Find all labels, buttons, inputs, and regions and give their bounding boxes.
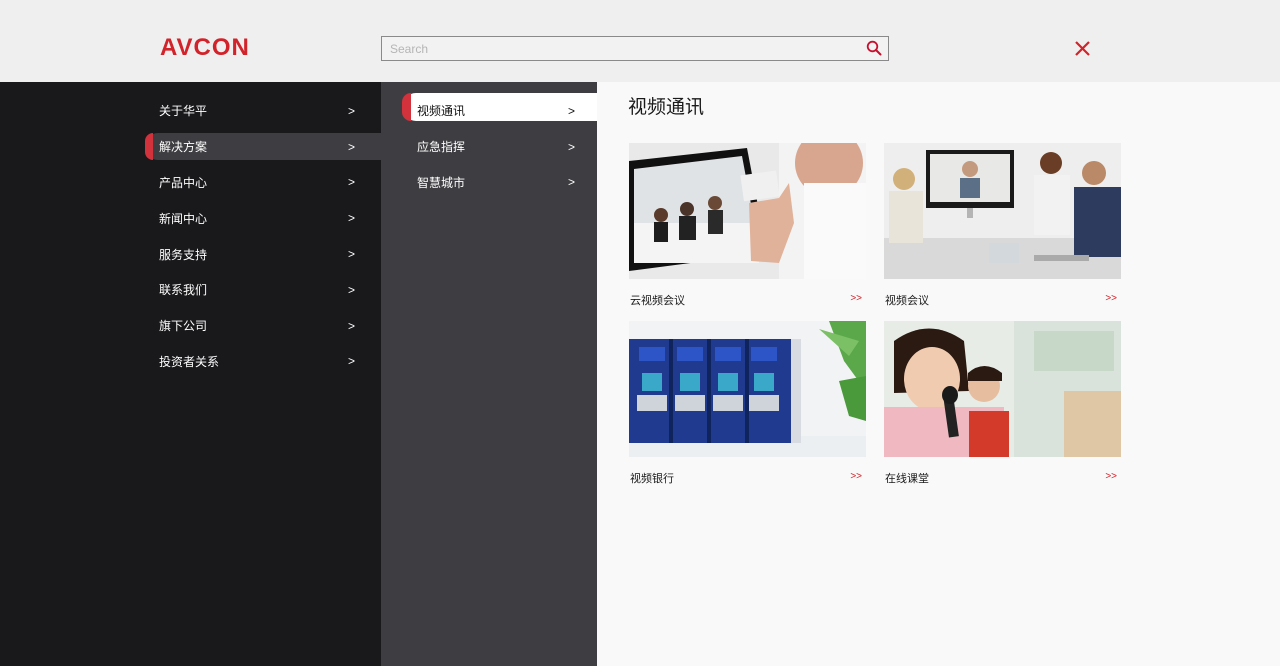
subnav-item-smart-city[interactable]: 智慧城市 >: [381, 165, 597, 201]
video-bank-image: [629, 321, 866, 457]
nav-item-label: 新闻中心: [159, 211, 208, 226]
nav-item-label: 投资者关系: [159, 354, 220, 369]
solution-card-online-classroom[interactable]: 在线课堂 >>: [884, 321, 1121, 485]
solution-card-video-conference[interactable]: 视频会议 >>: [884, 143, 1121, 307]
nav-item-contact[interactable]: 联系我们 >: [0, 272, 381, 308]
close-icon[interactable]: [1074, 40, 1091, 57]
search-input[interactable]: [382, 37, 852, 60]
subnav-item-label: 应急指挥: [417, 140, 466, 155]
main-nav-panel: 关于华平 > 解决方案 > 产品中心 > 新闻中心 > 服务支持 > 联系我们 …: [0, 82, 381, 666]
chevron-right-icon: >: [348, 318, 356, 333]
nav-item-news[interactable]: 新闻中心 >: [0, 200, 381, 236]
nav-item-subsidiaries[interactable]: 旗下公司 >: [0, 308, 381, 344]
subnav-item-label: 智慧城市: [417, 175, 466, 190]
nav-item-label: 服务支持: [159, 247, 208, 262]
more-link[interactable]: >>: [1105, 293, 1117, 304]
more-link[interactable]: >>: [850, 293, 862, 304]
video-conference-image: [884, 143, 1121, 279]
logo-text: AVCON: [160, 34, 250, 61]
solution-card-video-bank[interactable]: 视频银行 >>: [629, 321, 866, 485]
solution-card-cloud-video-conference[interactable]: 云视频会议 >>: [629, 143, 866, 307]
top-header: AVCON: [0, 0, 1280, 82]
chevron-right-icon: >: [348, 139, 356, 154]
subnav-item-label: 视频通讯: [417, 104, 466, 119]
nav-item-label: 关于华平: [159, 104, 208, 119]
card-caption: 视频会议: [885, 294, 929, 307]
subnav-item-emergency-command[interactable]: 应急指挥 >: [381, 129, 597, 165]
nav-item-about[interactable]: 关于华平 >: [0, 93, 381, 129]
chevron-right-icon: >: [568, 175, 576, 190]
avcon-logo[interactable]: AVCON: [160, 34, 250, 61]
sub-nav-panel: 视频通讯 > 应急指挥 > 智慧城市 >: [381, 82, 597, 666]
chevron-right-icon: >: [348, 282, 356, 297]
nav-item-products[interactable]: 产品中心 >: [0, 165, 381, 201]
more-link[interactable]: >>: [1105, 471, 1117, 482]
chevron-right-icon: >: [348, 354, 356, 369]
section-title: 视频通讯: [628, 96, 705, 118]
more-link[interactable]: >>: [850, 471, 862, 482]
search-icon[interactable]: [866, 40, 882, 56]
nav-item-investors[interactable]: 投资者关系 >: [0, 344, 381, 380]
online-classroom-image: [884, 321, 1121, 457]
chevron-right-icon: >: [348, 247, 356, 262]
sub-nav: 视频通讯 > 应急指挥 > 智慧城市 >: [381, 93, 597, 200]
main-nav: 关于华平 > 解决方案 > 产品中心 > 新闻中心 > 服务支持 > 联系我们 …: [0, 93, 381, 379]
content-panel: 视频通讯 云视频会议 >> 视频会议 >> 视频银行 >> 在线课堂 >>: [597, 82, 1280, 666]
card-caption: 视频银行: [630, 472, 674, 485]
chevron-right-icon: >: [348, 211, 356, 226]
card-caption: 在线课堂: [885, 472, 929, 485]
nav-item-label: 解决方案: [159, 140, 208, 155]
nav-item-solutions[interactable]: 解决方案 >: [0, 129, 381, 165]
chevron-right-icon: >: [568, 139, 576, 154]
subnav-item-video-communication[interactable]: 视频通讯 >: [381, 93, 597, 129]
chevron-right-icon: >: [348, 175, 356, 190]
nav-item-support[interactable]: 服务支持 >: [0, 236, 381, 272]
chevron-right-icon: >: [568, 103, 576, 118]
nav-item-label: 旗下公司: [159, 319, 208, 334]
cloud-video-conference-image: [629, 143, 866, 279]
card-caption: 云视频会议: [630, 294, 685, 307]
nav-item-label: 联系我们: [159, 283, 208, 298]
chevron-right-icon: >: [348, 103, 356, 118]
search-box: [381, 36, 889, 61]
nav-item-label: 产品中心: [159, 175, 208, 190]
